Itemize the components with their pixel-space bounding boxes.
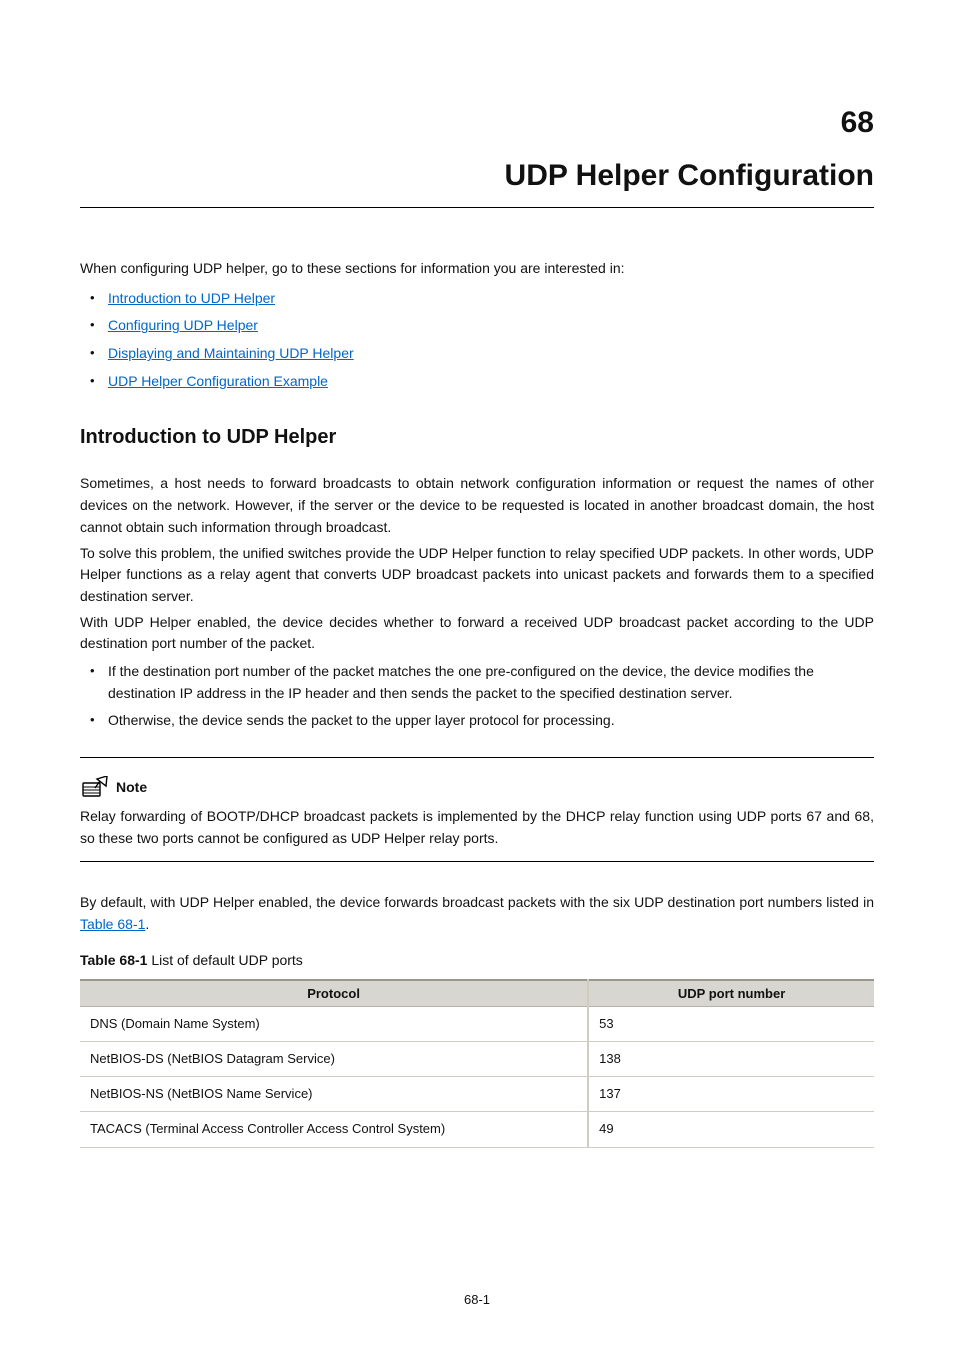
toc-link-displaying[interactable]: Displaying and Maintaining UDP Helper xyxy=(108,345,354,361)
note-separator-bottom xyxy=(80,861,874,862)
cell-port: 53 xyxy=(588,1006,874,1041)
chapter-title: UDP Helper Configuration xyxy=(80,153,874,209)
toc-item: Configuring UDP Helper xyxy=(80,315,874,337)
post-note-prefix: By default, with UDP Helper enabled, the… xyxy=(80,894,874,910)
section-heading: Introduction to UDP Helper xyxy=(80,422,874,453)
table-header-port: UDP port number xyxy=(588,980,874,1006)
table-ref-link[interactable]: Table 68-1 xyxy=(80,916,145,932)
cell-protocol: NetBIOS-DS (NetBIOS Datagram Service) xyxy=(80,1042,588,1077)
list-text: Otherwise, the device sends the packet t… xyxy=(108,712,615,728)
table-header-protocol: Protocol xyxy=(80,980,588,1006)
note-header: Note xyxy=(80,776,874,800)
intro-paragraph: When configuring UDP helper, go to these… xyxy=(80,258,874,280)
toc-link-intro[interactable]: Introduction to UDP Helper xyxy=(108,290,275,306)
body-paragraph: Sometimes, a host needs to forward broad… xyxy=(80,473,874,538)
table-row: TACACS (Terminal Access Controller Acces… xyxy=(80,1112,874,1147)
table-caption-text: List of default UDP ports xyxy=(147,952,302,968)
post-note-suffix: . xyxy=(145,916,149,932)
note-separator-top xyxy=(80,757,874,758)
list-item: If the destination port number of the pa… xyxy=(80,661,874,704)
note-label: Note xyxy=(116,777,147,799)
body-paragraph: To solve this problem, the unified switc… xyxy=(80,543,874,608)
body-paragraph: With UDP Helper enabled, the device deci… xyxy=(80,612,874,655)
toc-item: UDP Helper Configuration Example xyxy=(80,371,874,393)
behavior-list: If the destination port number of the pa… xyxy=(80,661,874,732)
toc-item: Introduction to UDP Helper xyxy=(80,288,874,310)
table-header-row: Protocol UDP port number xyxy=(80,980,874,1006)
cell-protocol: TACACS (Terminal Access Controller Acces… xyxy=(80,1112,588,1147)
default-ports-table: Protocol UDP port number DNS (Domain Nam… xyxy=(80,979,874,1147)
table-caption-prefix: Table 68-1 xyxy=(80,952,147,968)
toc-link-configuring[interactable]: Configuring UDP Helper xyxy=(108,317,258,333)
post-note-paragraph: By default, with UDP Helper enabled, the… xyxy=(80,892,874,935)
table-row: DNS (Domain Name System) 53 xyxy=(80,1006,874,1041)
cell-port: 137 xyxy=(588,1077,874,1112)
table-row: NetBIOS-DS (NetBIOS Datagram Service) 13… xyxy=(80,1042,874,1077)
page-number: 68-1 xyxy=(0,1290,954,1310)
note-body: Relay forwarding of BOOTP/DHCP broadcast… xyxy=(80,806,874,849)
cell-protocol: DNS (Domain Name System) xyxy=(80,1006,588,1041)
list-item: Otherwise, the device sends the packet t… xyxy=(80,710,874,732)
table-row: NetBIOS-NS (NetBIOS Name Service) 137 xyxy=(80,1077,874,1112)
note-icon xyxy=(80,776,110,800)
list-text: If the destination port number of the pa… xyxy=(108,663,814,701)
toc-item: Displaying and Maintaining UDP Helper xyxy=(80,343,874,365)
chapter-number: 68 xyxy=(80,100,874,147)
toc-link-example[interactable]: UDP Helper Configuration Example xyxy=(108,373,328,389)
cell-port: 138 xyxy=(588,1042,874,1077)
table-caption: Table 68-1 List of default UDP ports xyxy=(80,950,874,972)
cell-protocol: NetBIOS-NS (NetBIOS Name Service) xyxy=(80,1077,588,1112)
toc-list: Introduction to UDP Helper Configuring U… xyxy=(80,288,874,393)
cell-port: 49 xyxy=(588,1112,874,1147)
